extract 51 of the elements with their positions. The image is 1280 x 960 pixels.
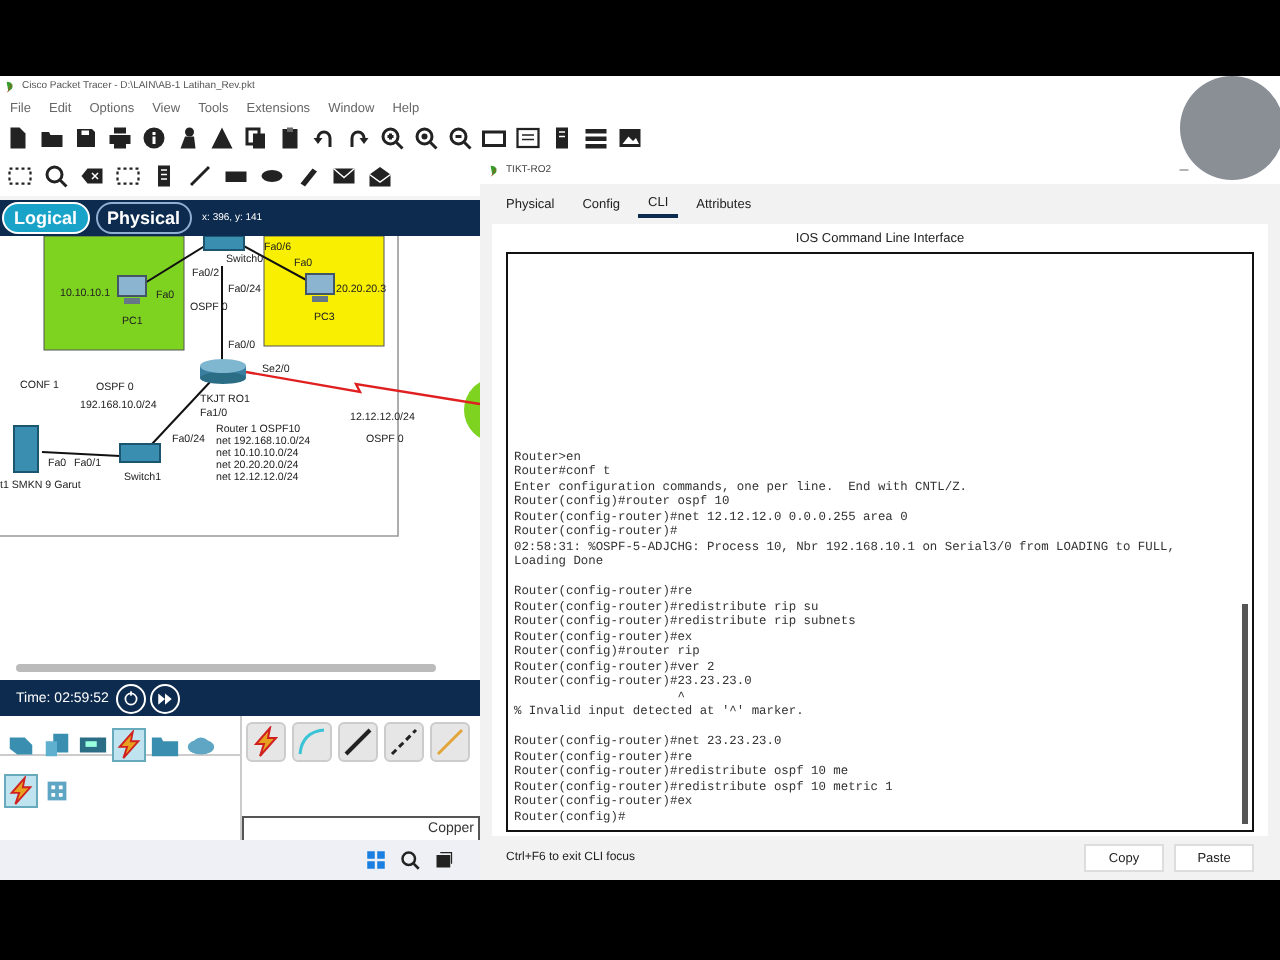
document-icon[interactable] (550, 126, 574, 150)
server-icon (13, 425, 39, 473)
computer-icon (305, 273, 335, 302)
computer-icon[interactable] (42, 730, 72, 760)
task-view-icon[interactable] (434, 850, 454, 870)
search-icon[interactable] (44, 164, 68, 188)
stack-icon[interactable] (584, 126, 608, 150)
triangle-icon[interactable] (210, 126, 234, 150)
zoom-in-icon[interactable] (380, 126, 404, 150)
undo-icon[interactable] (312, 126, 336, 150)
copy-icon[interactable] (244, 126, 268, 150)
select-icon[interactable] (8, 164, 32, 188)
scrollbar-thumb[interactable] (1242, 604, 1248, 824)
computer-icon (117, 275, 147, 304)
search-icon[interactable] (400, 850, 420, 870)
dashed-rectangle-icon[interactable] (116, 164, 140, 188)
line-icon[interactable] (188, 164, 212, 188)
lightning-icon[interactable] (114, 730, 144, 760)
envelope-icon[interactable] (332, 164, 356, 188)
link-line (221, 265, 223, 361)
info-icon[interactable] (142, 126, 166, 150)
scrollbar[interactable] (16, 664, 436, 672)
grid-icon[interactable] (42, 776, 72, 806)
person-icon[interactable] (176, 126, 200, 150)
zoom-icon[interactable] (414, 126, 438, 150)
reset-icon[interactable] (116, 683, 147, 713)
lightning-icon[interactable] (6, 776, 36, 806)
windows-icon[interactable] (366, 850, 386, 870)
redo-icon[interactable] (346, 126, 370, 150)
router-icon (200, 359, 246, 384)
new-file-icon[interactable] (6, 126, 30, 150)
open-folder-icon[interactable] (40, 126, 64, 150)
ellipse-icon[interactable] (260, 164, 284, 188)
pencil-icon[interactable] (296, 164, 320, 188)
print-icon[interactable] (108, 126, 132, 150)
app-logo-icon (488, 163, 502, 177)
app-logo-icon (4, 79, 18, 93)
delete-icon[interactable] (80, 164, 104, 188)
switch-icon (119, 443, 161, 463)
dashed-line-icon[interactable] (383, 722, 423, 762)
paste-icon[interactable] (278, 126, 302, 150)
fast-forward-icon[interactable] (150, 683, 181, 713)
mode-tab[interactable]: Physical (95, 202, 193, 234)
note-icon[interactable] (152, 164, 176, 188)
link-line (41, 451, 121, 457)
picture-icon[interactable] (618, 126, 642, 150)
zoom-out-icon[interactable] (448, 126, 472, 150)
panel-icon[interactable] (516, 126, 540, 150)
rectangle-icon[interactable] (482, 126, 506, 150)
open-envelope-icon[interactable] (368, 164, 392, 188)
save-icon[interactable] (74, 126, 98, 150)
